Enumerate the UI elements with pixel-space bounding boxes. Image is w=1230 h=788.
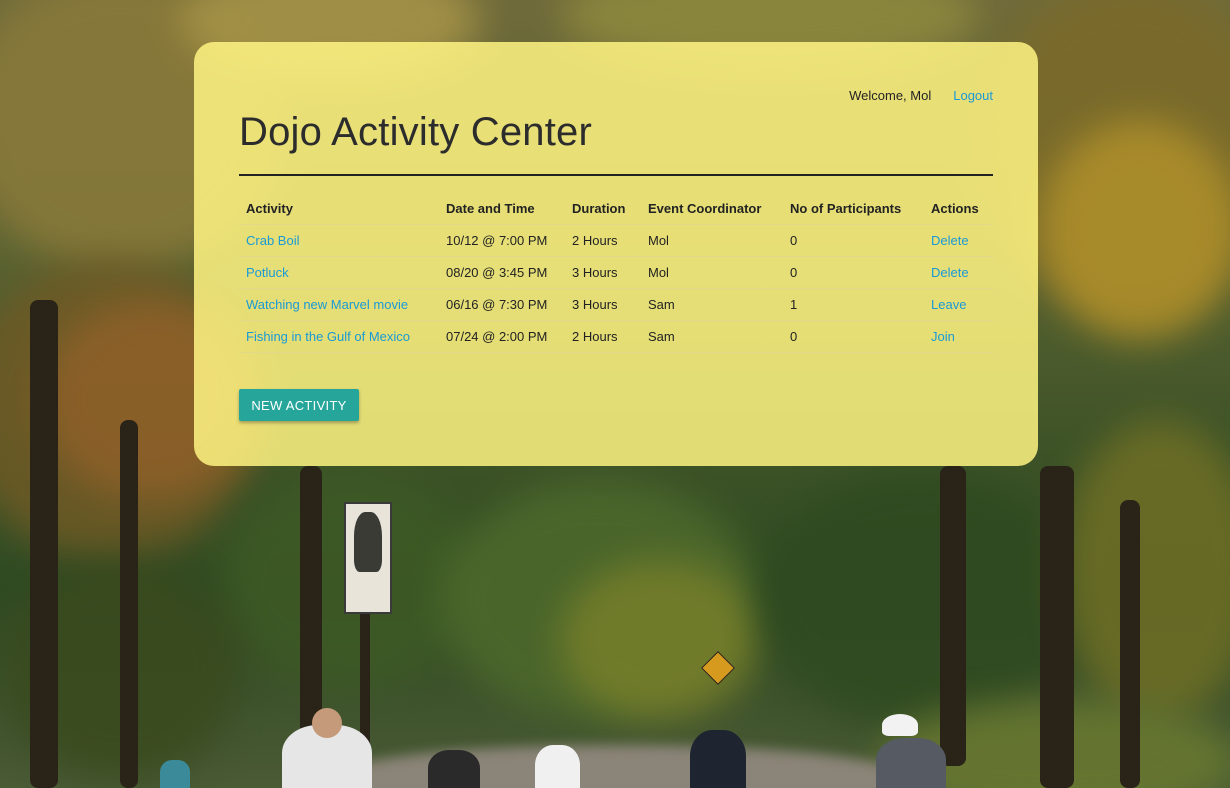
- column-header-activity: Activity: [239, 194, 439, 225]
- delete-action-link[interactable]: Delete: [931, 233, 969, 248]
- table-row: Watching new Marvel movie 06/16 @ 7:30 P…: [239, 288, 993, 321]
- user-bar: Welcome, Mol Logout: [849, 88, 993, 103]
- date-time-cell: 10/12 @ 7:00 PM: [439, 224, 565, 257]
- activity-link[interactable]: Potluck: [246, 265, 289, 280]
- duration-cell: 2 Hours: [565, 320, 641, 353]
- date-time-cell: 07/24 @ 2:00 PM: [439, 320, 565, 353]
- delete-action-link[interactable]: Delete: [931, 265, 969, 280]
- logout-link[interactable]: Logout: [953, 88, 993, 103]
- column-header-coordinator: Event Coordinator: [641, 194, 783, 225]
- date-time-cell: 06/16 @ 7:30 PM: [439, 288, 565, 321]
- activity-panel: Welcome, Mol Logout Dojo Activity Center…: [194, 42, 1038, 466]
- coordinator-cell: Mol: [641, 256, 783, 289]
- table-row: Fishing in the Gulf of Mexico 07/24 @ 2:…: [239, 320, 993, 353]
- participants-cell: 0: [783, 256, 924, 289]
- activity-link[interactable]: Fishing in the Gulf of Mexico: [246, 329, 410, 344]
- coordinator-cell: Sam: [641, 320, 783, 353]
- leave-action-link[interactable]: Leave: [931, 297, 966, 312]
- activity-link[interactable]: Watching new Marvel movie: [246, 297, 408, 312]
- table-row: Crab Boil 10/12 @ 7:00 PM 2 Hours Mol 0 …: [239, 224, 993, 257]
- coordinator-cell: Sam: [641, 288, 783, 321]
- activities-table: Activity Date and Time Duration Event Co…: [239, 194, 993, 353]
- duration-cell: 3 Hours: [565, 256, 641, 289]
- column-header-participants: No of Participants: [783, 194, 924, 225]
- table-row: Potluck 08/20 @ 3:45 PM 3 Hours Mol 0 De…: [239, 256, 993, 289]
- welcome-text: Welcome, Mol: [849, 88, 932, 103]
- table-header-row: Activity Date and Time Duration Event Co…: [239, 194, 993, 225]
- participants-cell: 1: [783, 288, 924, 321]
- coordinator-cell: Mol: [641, 224, 783, 257]
- participants-cell: 0: [783, 224, 924, 257]
- activity-link[interactable]: Crab Boil: [246, 233, 299, 248]
- participants-cell: 0: [783, 320, 924, 353]
- column-header-date-time: Date and Time: [439, 194, 565, 225]
- new-activity-button[interactable]: NEW ACTIVITY: [239, 389, 359, 421]
- title-divider: [239, 174, 993, 176]
- join-action-link[interactable]: Join: [931, 329, 955, 344]
- column-header-duration: Duration: [565, 194, 641, 225]
- column-header-actions: Actions: [924, 194, 993, 225]
- page-title: Dojo Activity Center: [239, 110, 593, 154]
- date-time-cell: 08/20 @ 3:45 PM: [439, 256, 565, 289]
- duration-cell: 3 Hours: [565, 288, 641, 321]
- duration-cell: 2 Hours: [565, 224, 641, 257]
